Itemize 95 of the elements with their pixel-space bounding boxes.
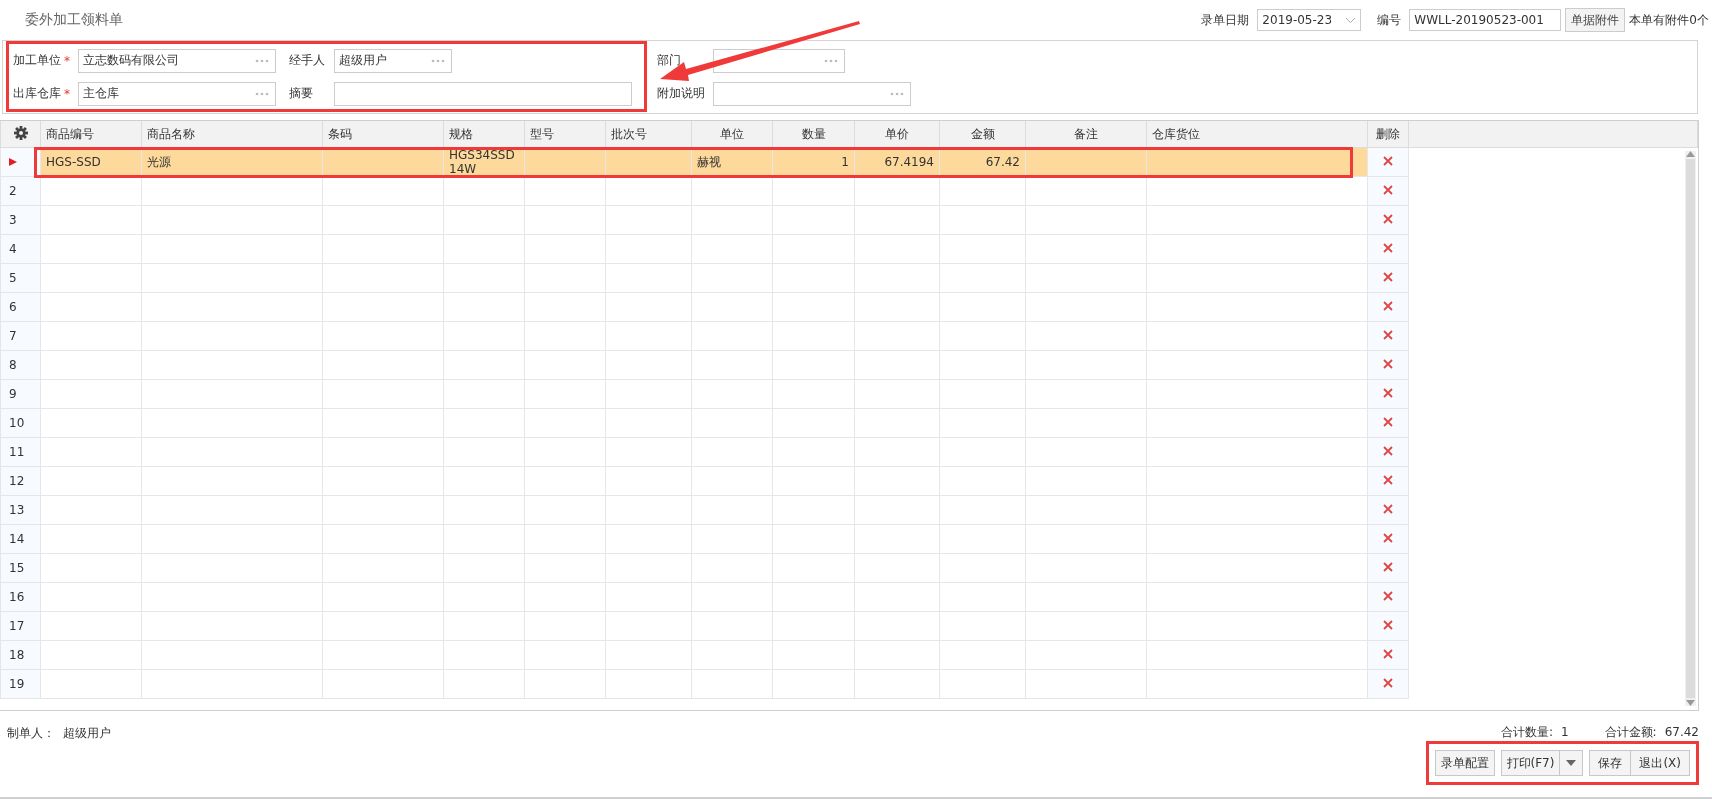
row-number: 19 (9, 677, 25, 691)
row-number: 16 (9, 590, 25, 604)
delete-icon[interactable] (1383, 504, 1393, 514)
total-label: 合计金额: (1604, 725, 1657, 739)
config-button[interactable]: 录单配置 (1434, 750, 1495, 776)
delete-icon[interactable] (1383, 446, 1393, 456)
row-number: 6 (9, 300, 17, 314)
total-value: 1 (1560, 725, 1569, 739)
column-header[interactable]: 条码 (322, 121, 444, 148)
lookup-field[interactable]: 立志数码有限公司 (78, 48, 276, 73)
row-number: 3 (9, 213, 17, 227)
required-mark: * (64, 86, 70, 101)
row-number: 2 (9, 184, 17, 198)
row-number: 4 (9, 242, 17, 256)
row-number: 5 (9, 271, 17, 285)
dropdown-button[interactable] (1560, 750, 1584, 776)
row-number: 15 (9, 561, 25, 575)
attachment-button[interactable]: 单据附件 (1565, 8, 1626, 32)
table-cell: 赫视 (697, 155, 721, 169)
table-cell: 1 (841, 155, 849, 169)
column-header[interactable]: 删除 (1367, 121, 1409, 148)
delete-icon[interactable] (1383, 185, 1393, 195)
row-number: 9 (9, 387, 17, 401)
lookup-field[interactable] (713, 48, 845, 73)
delete-icon[interactable] (1383, 359, 1393, 369)
column-header[interactable]: 商品编号 (40, 121, 142, 148)
lookup-field[interactable] (713, 81, 911, 106)
column-header[interactable]: 单位 (691, 121, 773, 148)
column-header[interactable]: 商品名称 (141, 121, 323, 148)
field-label: 经手人 (289, 52, 325, 69)
delete-icon[interactable] (1383, 591, 1393, 601)
action-button[interactable]: 退出(X) (1631, 750, 1690, 776)
column-header[interactable]: 规格 (443, 121, 525, 148)
scroll-up-icon[interactable] (1686, 151, 1695, 157)
column-header[interactable]: 单价 (854, 121, 940, 148)
delete-icon[interactable] (1383, 678, 1393, 688)
column-header[interactable]: 型号 (524, 121, 606, 148)
field-label: 摘要 (289, 85, 313, 102)
row-number: 7 (9, 329, 17, 343)
form-title: 委外加工领料单 (25, 11, 124, 29)
row-number: 17 (9, 619, 25, 633)
attachment-note: 本单有附件0个 (1629, 11, 1709, 29)
column-header[interactable]: 备注 (1025, 121, 1147, 148)
field-label: 加工单位 (13, 52, 61, 69)
table-cell: 67.42 (985, 155, 1020, 169)
column-header[interactable]: 金额 (939, 121, 1026, 148)
row-number: 8 (9, 358, 17, 372)
delete-icon[interactable] (1383, 533, 1393, 543)
field-label: 制单人： (7, 726, 55, 740)
action-button[interactable]: 保存 (1589, 750, 1632, 776)
chevron-down-icon (1345, 16, 1357, 24)
column-header[interactable]: 仓库货位 (1146, 121, 1368, 148)
input-field[interactable] (334, 81, 632, 106)
delete-icon[interactable] (1383, 272, 1393, 282)
delete-icon[interactable] (1383, 156, 1393, 166)
row-number: 13 (9, 503, 25, 517)
delete-icon[interactable] (1383, 649, 1393, 659)
number-field[interactable]: WWLL-20190523-001 (1409, 9, 1562, 31)
row-number: 12 (9, 474, 25, 488)
caret-icon (1566, 760, 1577, 766)
scrollbar[interactable] (1685, 151, 1696, 706)
row-number: 10 (9, 416, 25, 430)
delete-icon[interactable] (1383, 475, 1393, 485)
delete-icon[interactable] (1383, 562, 1393, 572)
column-header[interactable]: 数量 (772, 121, 855, 148)
lookup-field[interactable]: 主仓库 (78, 81, 276, 106)
delete-icon[interactable] (1383, 214, 1393, 224)
lookup-field[interactable]: 超级用户 (334, 48, 452, 73)
column-header[interactable]: 批次号 (605, 121, 692, 148)
scroll-down-icon[interactable] (1686, 700, 1695, 706)
delete-icon[interactable] (1383, 417, 1393, 427)
table-cell: HGS34SSD14W (449, 148, 515, 176)
settings-icon[interactable] (13, 125, 28, 140)
delete-icon[interactable] (1383, 330, 1393, 340)
total-label: 合计数量: (1500, 725, 1553, 739)
field-label: 出库仓库 (13, 85, 61, 102)
field-label: 录单日期 (1201, 11, 1250, 29)
date-field[interactable]: 2019-05-23 (1257, 9, 1362, 31)
row-number: 11 (9, 445, 25, 459)
delete-icon[interactable] (1383, 243, 1393, 253)
delete-icon[interactable] (1383, 301, 1393, 311)
row-number: 14 (9, 532, 25, 546)
table-cell: HGS-SSD (46, 155, 101, 169)
row-number: 18 (9, 648, 25, 662)
field-label: 附加说明 (657, 85, 705, 102)
delete-icon[interactable] (1383, 388, 1393, 398)
table-cell: 光源 (147, 155, 171, 169)
field-label: 部门 (657, 52, 681, 69)
table-cell: 67.4194 (884, 155, 934, 169)
field-label: 编号 (1377, 11, 1402, 29)
required-mark: * (64, 53, 70, 68)
delete-icon[interactable] (1383, 620, 1393, 630)
creator-name: 超级用户 (63, 726, 111, 740)
total-value: 67.42 (1664, 725, 1699, 739)
print-button[interactable]: 打印(F7) (1500, 750, 1561, 776)
